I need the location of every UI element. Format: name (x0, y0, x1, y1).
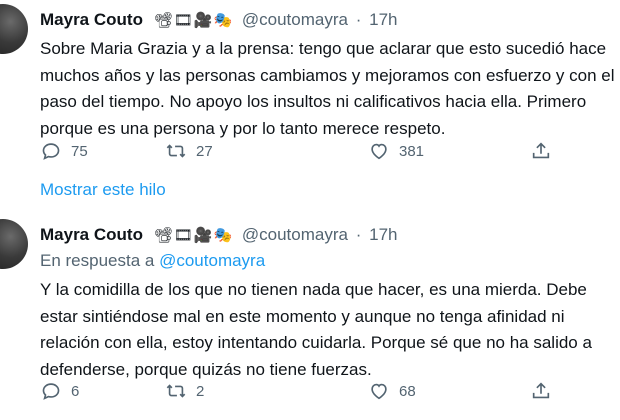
tweet[interactable]: Mayra Couto 📽🎞🎥🎭 @coutomayra · 17h En re… (0, 215, 620, 420)
tweet-text-line: porque es una persona y por lo tanto mer… (40, 118, 446, 138)
separator: · (355, 10, 362, 29)
name-emojis: 📽🎞🎥🎭 (153, 12, 234, 29)
share-icon (532, 382, 550, 399)
like-button[interactable]: 381 (368, 140, 424, 162)
tweet-text: Sobre Maria Grazia y a la prensa: tengo … (40, 36, 620, 142)
retweet-button[interactable]: 2 (165, 380, 204, 402)
tweet[interactable]: Mayra Couto 📽🎞🎥🎭 @coutomayra · 17h Sobre… (0, 0, 620, 199)
timestamp[interactable]: 17h (369, 10, 397, 29)
reply-count: 6 (71, 382, 80, 400)
like-count: 68 (399, 382, 416, 400)
share-button[interactable] (530, 140, 552, 162)
share-icon (532, 142, 550, 159)
reply-icon (42, 143, 60, 160)
tweet-text: Y la comidilla de los que no tienen nada… (40, 277, 620, 383)
tweet-text-line: paso del tiempo. No apoyo los insultos n… (40, 92, 587, 111)
tweet-text-line: Sobre Maria Grazia y a la prensa: tengo … (40, 39, 607, 58)
retweet-icon (166, 384, 186, 398)
retweet-icon (166, 144, 186, 158)
display-name[interactable]: Mayra Couto (40, 225, 143, 244)
separator: · (355, 225, 362, 244)
reply-to-handle-link[interactable]: @coutomayra (159, 251, 265, 270)
retweet-count: 27 (196, 142, 213, 160)
tweet-text-line: relación con ella, estoy intentando cuid… (40, 333, 592, 352)
retweet-count: 2 (196, 382, 205, 400)
reply-icon (42, 383, 60, 400)
share-button[interactable] (530, 380, 552, 402)
avatar[interactable] (0, 4, 28, 54)
reply-count: 75 (71, 142, 88, 160)
timestamp[interactable]: 17h (369, 225, 397, 244)
reply-context: En respuesta a @coutomayra (40, 251, 265, 271)
tweet-header: Mayra Couto 📽🎞🎥🎭 @coutomayra · 17h (40, 223, 397, 248)
show-thread-link[interactable]: Mostrar este hilo (40, 180, 166, 200)
like-count: 381 (399, 142, 425, 160)
heart-icon (371, 383, 387, 400)
reply-button[interactable]: 6 (40, 380, 79, 402)
user-handle[interactable]: @coutomayra (242, 225, 348, 244)
user-handle[interactable]: @coutomayra (242, 10, 348, 29)
name-emojis: 📽🎞🎥🎭 (153, 227, 234, 244)
reply-prefix: En respuesta a (40, 251, 155, 270)
avatar[interactable] (0, 219, 28, 269)
tweet-text-line: muchos años y las personas cambiamos y m… (40, 65, 615, 85)
tweet-text-line: Y la comidilla de los que no tienen nada… (40, 280, 587, 299)
reply-button[interactable]: 75 (40, 140, 88, 162)
heart-icon (371, 143, 387, 160)
tweet-header: Mayra Couto 📽🎞🎥🎭 @coutomayra · 17h (40, 8, 397, 33)
like-button[interactable]: 68 (368, 380, 416, 402)
display-name[interactable]: Mayra Couto (40, 10, 143, 29)
retweet-button[interactable]: 27 (165, 140, 213, 162)
tweet-text-line: estar sintiéndose mal en este momento y … (40, 306, 565, 326)
